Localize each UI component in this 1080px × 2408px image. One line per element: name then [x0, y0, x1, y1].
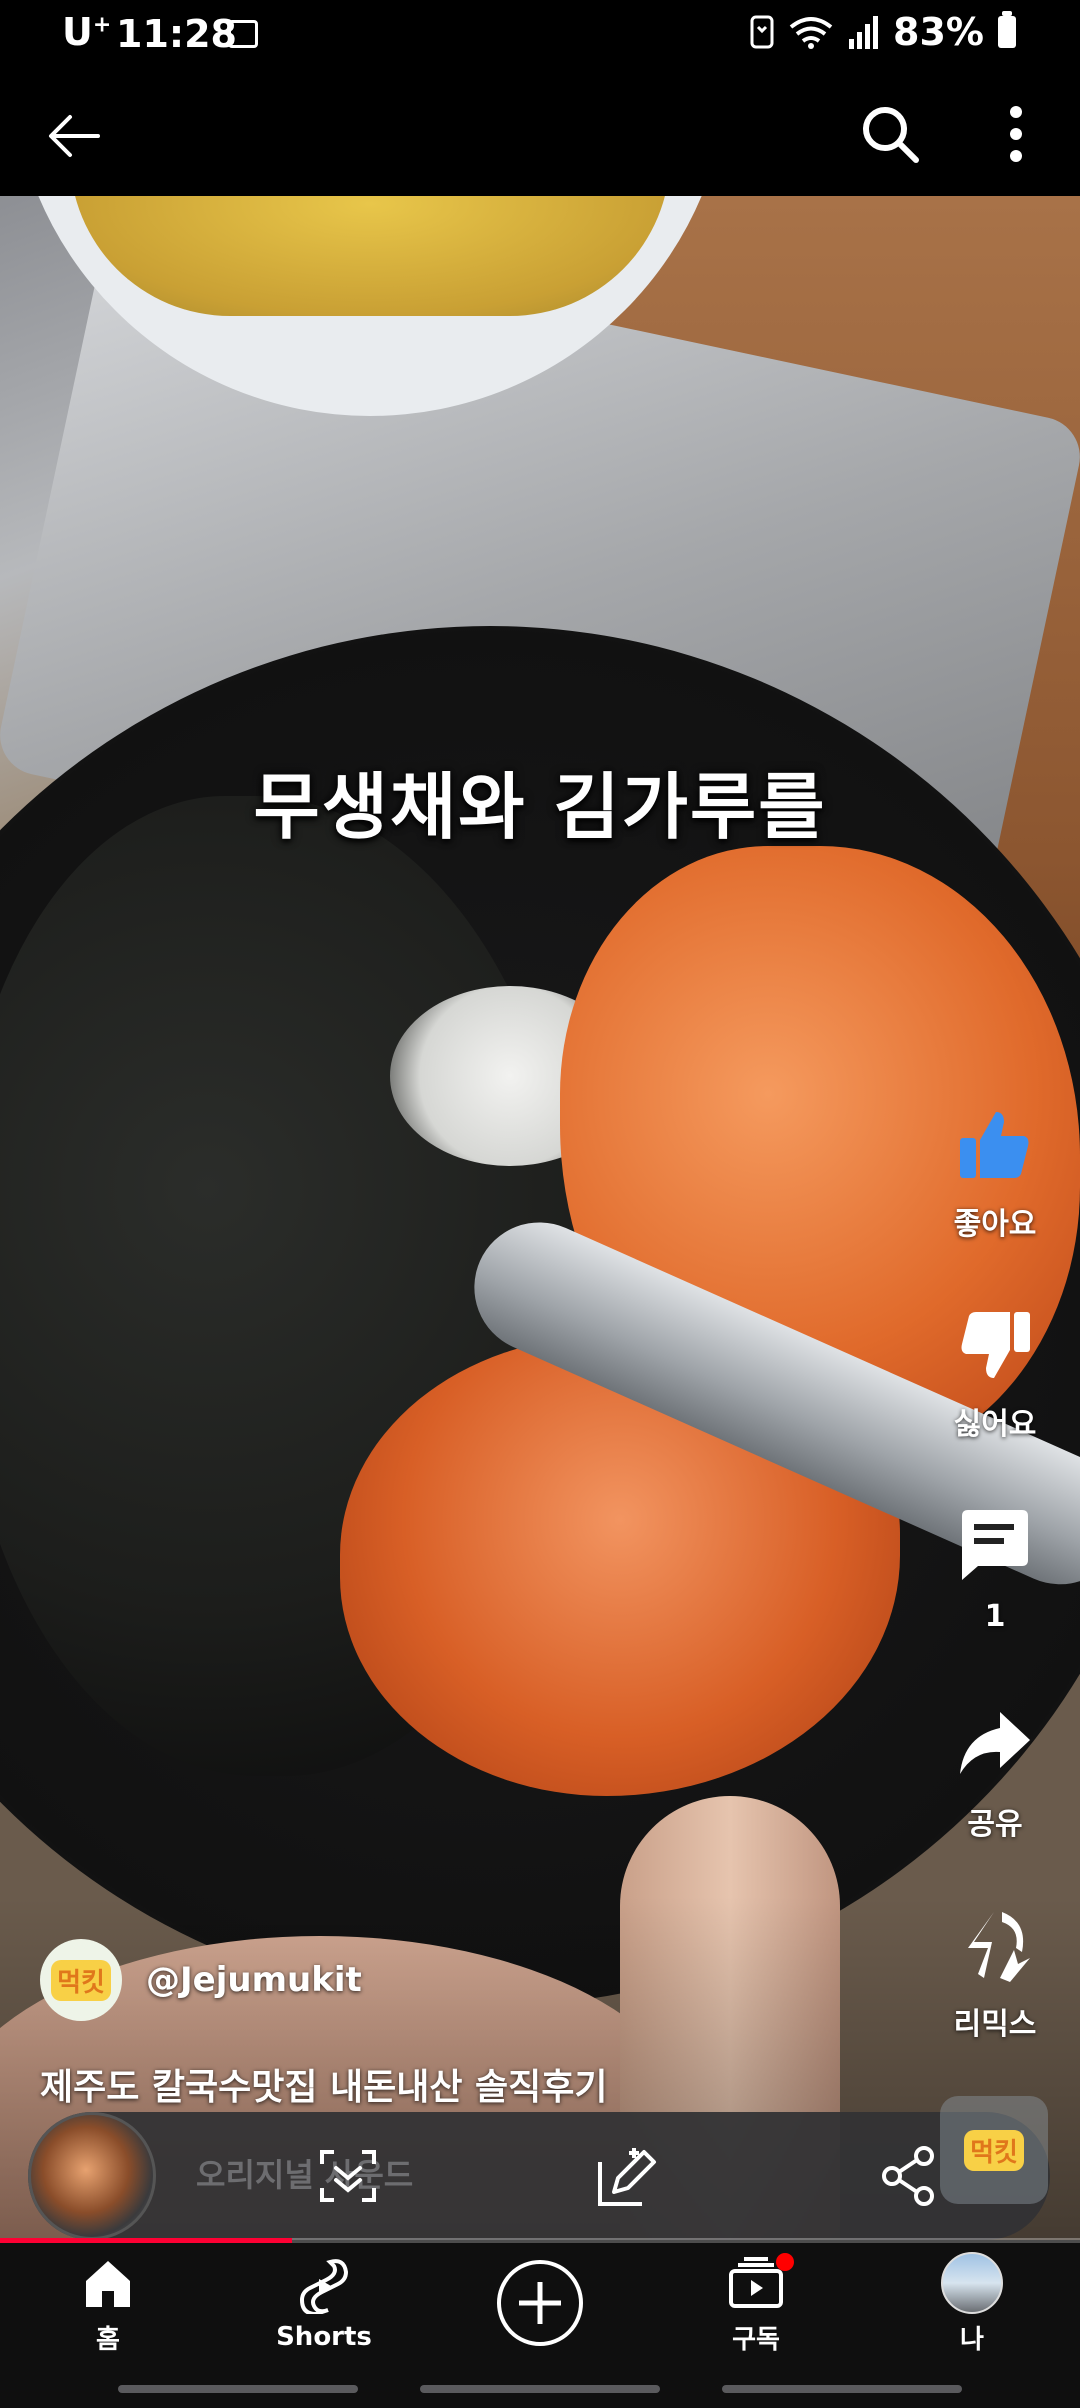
arrow-left-icon: [49, 115, 100, 157]
channel-logo-text: 먹킷: [51, 1959, 111, 2001]
back-button[interactable]: [40, 102, 108, 170]
clock: 11:28: [116, 12, 237, 56]
share-icon: [882, 2146, 934, 2206]
system-gesture-bar: [0, 2363, 1080, 2408]
like-button[interactable]: 좋아요: [935, 1095, 1055, 1243]
shorts-icon: [300, 2259, 348, 2314]
battery-icon: [998, 11, 1016, 48]
gesture-handle-center: [420, 2385, 660, 2393]
nav-you[interactable]: 나: [864, 2243, 1080, 2363]
search-button[interactable]: [856, 100, 924, 168]
video-caption: 무생채와 김가루를: [253, 765, 827, 849]
nav-subscriptions-label: 구독: [732, 2324, 780, 2355]
shorts-screen: U+ 11:28 83% 무생채와 김가루를 좋아요 싫어요 1 공유 리믹스 …: [0, 0, 1080, 2408]
more-options-button[interactable]: [982, 100, 1050, 168]
signal-icon: [849, 16, 879, 49]
battery-percent: 83%: [893, 10, 984, 54]
gesture-handle-right: [722, 2385, 962, 2393]
sound-channel-thumbnail[interactable]: 먹킷: [940, 2096, 1048, 2204]
more-vert-icon: [1010, 106, 1022, 162]
add-circle-icon: [497, 2260, 583, 2346]
nav-you-label: 나: [960, 2324, 984, 2355]
collapse-button[interactable]: [308, 2136, 388, 2216]
vibrate-icon: [750, 15, 774, 49]
notification-dot: [776, 2252, 794, 2271]
share-sound-button[interactable]: [868, 2136, 948, 2216]
remix-button[interactable]: 리믹스: [935, 1895, 1055, 2043]
nav-home-label: 홈: [96, 2324, 120, 2355]
nav-shorts[interactable]: Shorts: [216, 2243, 432, 2363]
comments-count: 1: [984, 1599, 1006, 1634]
gesture-handle-left: [118, 2385, 358, 2393]
channel-avatar[interactable]: 먹킷: [40, 1939, 122, 2021]
chevron-down-icon: [320, 2150, 376, 2202]
sound-bar[interactable]: 오리지널 사운드: [28, 2112, 1050, 2240]
bottom-navigation: 홈 Shorts 구독 나: [0, 2243, 1080, 2363]
channel-row[interactable]: 먹킷 @Jejumukit: [40, 1938, 362, 2022]
wifi-icon: [789, 17, 833, 49]
sound-thumbnail[interactable]: [28, 2112, 156, 2240]
status-bar: U+ 11:28 83%: [0, 0, 1080, 72]
profile-avatar: [941, 2251, 1003, 2314]
thumbs-up-icon: [960, 1112, 1029, 1178]
nav-create[interactable]: [432, 2243, 648, 2363]
video-title[interactable]: 제주도 칼국수맛집 내돈내산 솔직후기: [40, 2058, 608, 2110]
nav-subscriptions[interactable]: 구독: [648, 2243, 864, 2363]
share-label: 공유: [967, 1807, 1023, 1842]
nav-shorts-label: Shorts: [276, 2322, 372, 2352]
remix-label: 리믹스: [953, 2007, 1037, 2042]
search-icon: [863, 107, 919, 163]
thumbs-down-icon: [961, 1312, 1030, 1378]
comments-button[interactable]: 1: [935, 1495, 1055, 1634]
short-video-player[interactable]: 무생채와 김가루를: [0, 196, 1080, 2240]
edit-square-icon: [598, 2148, 656, 2206]
create-remix-button[interactable]: [588, 2136, 668, 2216]
top-app-bar: [0, 72, 1080, 196]
dislike-label: 싫어요: [953, 1407, 1037, 1442]
like-label: 좋아요: [953, 1207, 1037, 1242]
share-arrow-icon: [960, 1712, 1030, 1774]
gallery-notification-icon: [228, 20, 258, 48]
dislike-button[interactable]: 싫어요: [935, 1295, 1055, 1443]
carrier-label: U+: [62, 10, 112, 54]
home-icon: [86, 2260, 130, 2307]
sound-channel-logo-text: 먹킷: [964, 2129, 1024, 2171]
comment-icon: [962, 1510, 1028, 1580]
channel-handle[interactable]: @Jejumukit: [146, 1960, 362, 2000]
remix-icon: [968, 1912, 1030, 1982]
share-button[interactable]: 공유: [935, 1695, 1055, 1843]
nav-home[interactable]: 홈: [0, 2243, 216, 2363]
